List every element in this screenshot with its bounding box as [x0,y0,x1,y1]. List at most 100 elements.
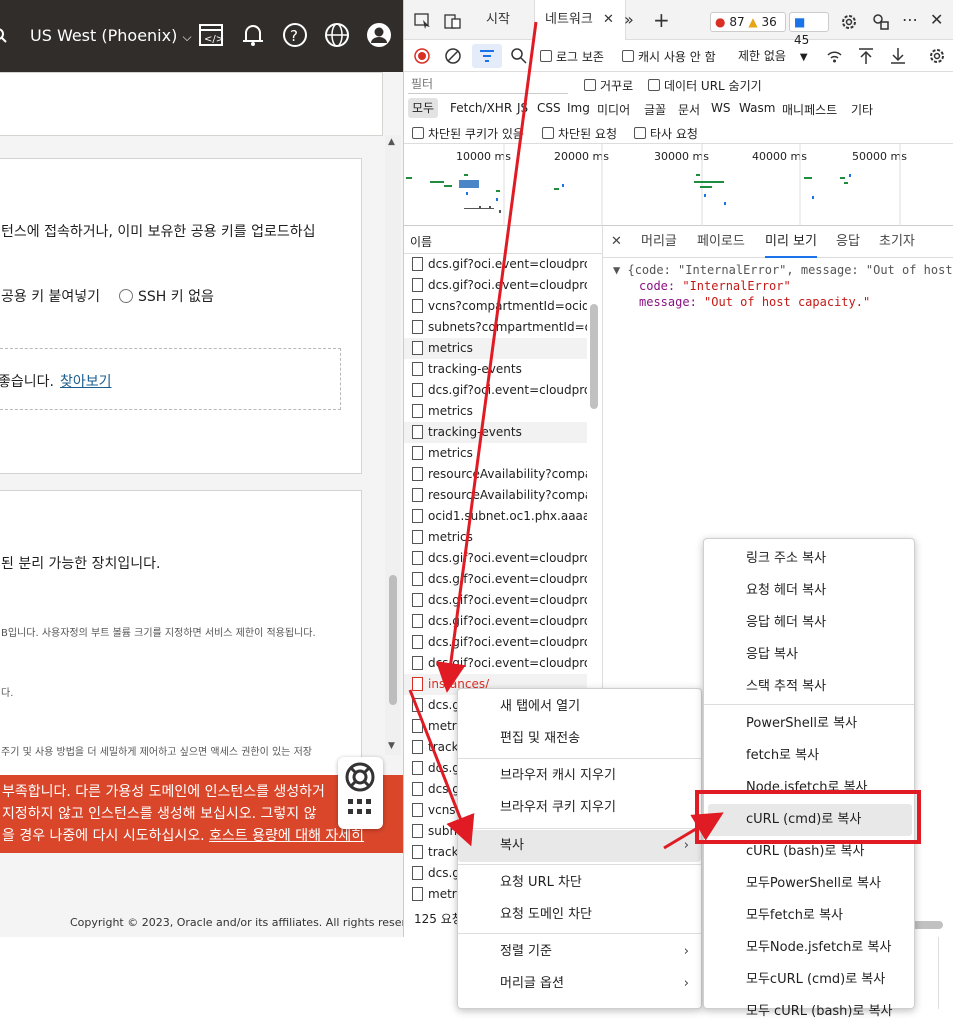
tab-preview[interactable]: 미리 보기 [765,226,817,258]
settings-icon[interactable] [840,13,858,31]
paste-key-option[interactable]: 공용 키 붙여넣기 [1,286,100,306]
tab-response[interactable]: 응답 [836,226,860,258]
tab-network[interactable]: 네트워크 ✕ [534,0,626,40]
json-summary-row[interactable]: ▼ {code: "InternalError", message: "Out … [613,262,953,278]
region-selector[interactable]: US West (Phoenix) ⌵ [30,26,192,45]
request-row[interactable]: dcs.gif?oci.event=cloudprodu [404,611,587,632]
request-name[interactable]: dcs.gif?oci.event=cloudprodu [428,635,587,649]
request-name[interactable]: metrics [428,446,473,460]
copy-all-powershell[interactable]: 모두PowerShell로 복사 [704,868,914,900]
type-img[interactable]: Img [567,101,590,115]
filter-input[interactable] [408,74,568,94]
type-fetch-xhr[interactable]: Fetch/XHR [450,101,512,115]
request-name[interactable]: tracking-events [428,362,522,376]
no-ssh-label[interactable]: SSH 키 없음 [138,286,214,306]
help-icon[interactable]: ? [282,22,308,48]
export-har-icon[interactable] [890,47,906,65]
clear-icon[interactable] [445,48,461,64]
scroll-down-icon[interactable]: ▼ [388,741,395,751]
filter-toggle[interactable] [472,44,502,68]
region-label[interactable]: US West (Phoenix) [30,26,177,45]
browse-link[interactable]: 찾아보기 [60,371,112,391]
lifebuoy-icon[interactable] [344,761,376,793]
type-all[interactable]: 모두 [408,98,439,118]
request-row[interactable]: dcs.gif?oci.event=cloudprodu [404,275,587,296]
request-row[interactable]: dcs.gif?oci.event=cloudprodu [404,653,587,674]
more-tabs-icon[interactable]: » [624,0,634,40]
menu-block-url[interactable]: 요청 URL 차단 [458,867,701,899]
request-row[interactable]: dcs.gif?oci.event=cloudprodu [404,632,587,653]
request-row[interactable]: metrics [404,527,587,548]
request-name[interactable]: dcs.gif?oci.event=cloudprodu [428,593,587,607]
request-name[interactable]: resourceAvailability?compart.. [428,467,587,481]
disable-cache-option[interactable]: 캐시 사용 안 함 [622,48,716,65]
hide-data-urls-checkbox[interactable] [648,79,660,91]
page-scroll-thumb[interactable] [389,575,397,705]
request-row[interactable]: dcs.gif?oci.event=cloudprodu [404,548,587,569]
request-row[interactable]: dcs.gif?oci.event=cloudprodu [404,254,587,275]
hide-data-urls-option[interactable]: 데이터 URL 숨기기 [648,77,762,94]
expand-triangle-icon[interactable]: ▼ [613,263,620,277]
code-editor-icon[interactable]: </> [198,22,224,48]
request-list-scroll-thumb[interactable] [590,304,598,409]
request-row[interactable]: tracking-events [404,359,587,380]
type-wasm[interactable]: Wasm [739,101,775,115]
request-name[interactable]: dcs.gif?oci.event=cloudprodu [428,257,587,271]
request-row[interactable]: resourceAvailability?compart.. [404,464,587,485]
device-emulation-icon[interactable] [444,13,462,29]
blocked-cookies-checkbox[interactable] [412,127,424,139]
copy-link-address[interactable]: 링크 주소 복사 [704,543,914,575]
close-tab-icon[interactable]: ✕ [603,12,614,27]
type-manifest[interactable]: 매니페스트 [782,101,837,118]
customize-icon[interactable] [872,13,890,31]
copy-response[interactable]: 응답 복사 [704,639,914,671]
request-name[interactable]: ocid1.subnet.oc1.phx.aaaaaaa [428,509,587,523]
network-conditions-icon[interactable] [826,48,844,64]
filter-icon[interactable] [479,49,495,63]
request-name[interactable]: tracking-events [428,425,522,439]
request-row[interactable]: dcs.gif?oci.event=cloudprodu [404,380,587,401]
tab-payload[interactable]: 페이로드 [697,226,745,258]
copy-response-headers[interactable]: 응답 헤더 복사 [704,607,914,639]
invert-checkbox[interactable] [584,79,596,91]
apps-grid-icon[interactable] [348,799,372,819]
user-avatar-icon[interactable] [366,22,392,48]
type-other[interactable]: 기타 [851,101,873,118]
search-network-icon[interactable] [511,48,527,64]
request-name[interactable]: dcs.gif?oci.event=cloudprodu [428,656,587,670]
type-doc[interactable]: 문서 [678,101,700,118]
bell-icon[interactable] [240,22,266,48]
no-ssh-radio[interactable] [119,289,133,303]
upload-dropzone[interactable]: 좋습니다. 찾아보기 [0,348,341,410]
info-badge[interactable]: ■ 45 [789,12,829,47]
request-row[interactable]: tracking-events [404,422,587,443]
close-detail-icon[interactable]: ✕ [611,226,622,258]
request-name[interactable]: metrics [428,341,473,355]
import-har-icon[interactable] [858,47,874,65]
request-row[interactable]: metrics [404,338,587,359]
request-row[interactable]: metrics [404,443,587,464]
copy-all-curl-bash[interactable]: 모두 cURL (bash)로 복사 [704,996,914,1028]
type-media[interactable]: 미디어 [597,101,630,118]
request-row[interactable]: metrics [404,401,587,422]
request-name[interactable]: dcs.gif?oci.event=cloudprodu [428,278,587,292]
host-capacity-link[interactable]: 호스트 용량에 대해 자세히 [209,828,364,844]
tab-initiator[interactable]: 초기자 [879,226,915,258]
copy-all-fetch[interactable]: 모두fetch로 복사 [704,900,914,932]
request-name[interactable]: metrics [428,404,473,418]
type-ws[interactable]: WS [711,101,730,115]
throttle-value[interactable]: 제한 없음 [738,49,786,63]
page-scrollbar[interactable]: ▲ ▼ [385,135,401,755]
copy-all-curl-cmd[interactable]: 모두cURL (cmd)로 복사 [704,964,914,996]
menu-copy[interactable]: 복사 › [458,830,701,862]
menu-open-new-tab[interactable]: 새 탭에서 열기 [458,691,701,723]
request-name[interactable]: subnets?compartmentId=ocid [428,320,587,334]
type-font[interactable]: 글꼴 [644,101,666,118]
menu-sort-by[interactable]: 정렬 기준 › [458,936,701,968]
inspect-element-icon[interactable] [414,13,432,29]
blocked-cookies-option[interactable]: 차단된 쿠키가 있음 [412,125,524,142]
tab-headers[interactable]: 머리글 [641,226,677,258]
copy-as-fetch[interactable]: fetch로 복사 [704,740,914,772]
blocked-requests-checkbox[interactable] [542,127,554,139]
copy-request-headers[interactable]: 요청 헤더 복사 [704,575,914,607]
